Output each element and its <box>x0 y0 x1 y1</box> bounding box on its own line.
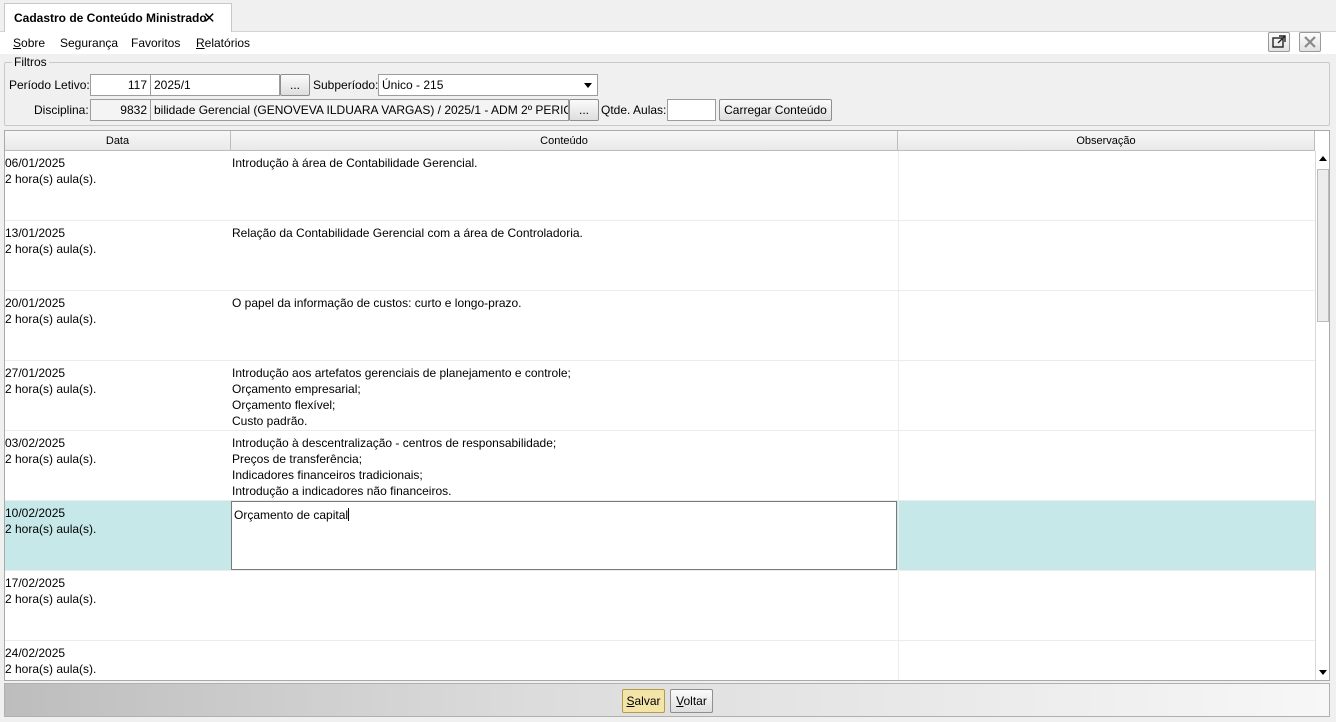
conteudo-grid: Data Conteúdo Observação 06/01/2025 2 ho… <box>4 130 1330 681</box>
cell-observacao[interactable] <box>898 431 1315 501</box>
footer-bar: Salvar Voltar <box>4 683 1330 717</box>
conteudo-editor-text: Orçamento de capital <box>234 508 349 522</box>
tab-bar: Cadastro de Conteúdo Ministrado ✕ <box>0 0 1336 33</box>
periodo-letivo-label: Período Letivo: <box>9 78 90 92</box>
cell-observacao[interactable] <box>898 641 1315 680</box>
table-row[interactable]: 27/01/2025 2 hora(s) aula(s). Introdução… <box>5 361 1315 431</box>
cell-conteudo[interactable] <box>232 571 898 641</box>
menu-seguranca[interactable]: Segurança <box>60 36 118 50</box>
qtde-aulas-label: Qtde. Aulas: <box>601 103 667 117</box>
menu-sobre[interactable]: Sobre <box>13 36 45 50</box>
disciplina-label: Disciplina: <box>34 103 89 117</box>
periodo-lookup-button[interactable]: ... <box>280 74 310 96</box>
close-window-icon[interactable] <box>1299 32 1321 52</box>
chevron-down-icon <box>584 83 592 88</box>
table-row[interactable]: 17/02/2025 2 hora(s) aula(s). <box>5 571 1315 641</box>
column-header-conteudo[interactable]: Conteúdo <box>231 131 898 151</box>
table-row[interactable]: 24/02/2025 2 hora(s) aula(s). <box>5 641 1315 680</box>
cell-data[interactable]: 06/01/2025 2 hora(s) aula(s). <box>5 151 231 221</box>
tab-cadastro-conteudo[interactable]: Cadastro de Conteúdo Ministrado ✕ <box>4 3 232 33</box>
subperiodo-select[interactable]: Único - 215 <box>378 74 598 96</box>
filters-group: Filtros Período Letivo: 117 2025/1 ... S… <box>4 55 1330 126</box>
qtde-aulas-field[interactable] <box>667 99 716 121</box>
column-header-data[interactable]: Data <box>5 131 231 151</box>
cell-data[interactable]: 13/01/2025 2 hora(s) aula(s). <box>5 221 231 291</box>
table-row[interactable]: 20/01/2025 2 hora(s) aula(s). O papel da… <box>5 291 1315 361</box>
subperiodo-value: Único - 215 <box>382 78 444 92</box>
periodo-code-field[interactable]: 117 <box>90 74 151 96</box>
menu-relatorios[interactable]: Relatórios <box>196 36 250 50</box>
subperiodo-label: Subperíodo: <box>313 78 379 92</box>
column-header-observacao[interactable]: Observação <box>898 131 1315 151</box>
scroll-up-icon[interactable] <box>1319 156 1327 161</box>
scroll-down-icon[interactable] <box>1319 670 1327 675</box>
cell-data[interactable]: 24/02/2025 2 hora(s) aula(s). <box>5 641 231 680</box>
text-caret <box>348 508 350 521</box>
cell-conteudo[interactable]: Relação da Contabilidade Gerencial com a… <box>232 221 898 291</box>
table-row[interactable]: 06/01/2025 2 hora(s) aula(s). Introdução… <box>5 151 1315 221</box>
disciplina-code-field[interactable]: 9832 <box>90 99 151 121</box>
filters-legend: Filtros <box>12 55 49 69</box>
scrollbar-thumb[interactable] <box>1317 169 1329 322</box>
cell-observacao[interactable] <box>898 501 1315 571</box>
cell-conteudo[interactable] <box>232 641 898 680</box>
cell-observacao[interactable] <box>898 221 1315 291</box>
cell-data[interactable]: 27/01/2025 2 hora(s) aula(s). <box>5 361 231 431</box>
cell-data[interactable]: 20/01/2025 2 hora(s) aula(s). <box>5 291 231 361</box>
menu-bar: Sobre Segurança Favoritos Relatórios <box>0 32 1336 54</box>
vertical-scrollbar[interactable] <box>1315 151 1329 680</box>
cell-conteudo[interactable]: Introdução aos artefatos gerenciais de p… <box>232 361 898 431</box>
conteudo-editor[interactable]: Orçamento de capital <box>231 501 897 570</box>
cell-conteudo[interactable]: Introdução à área de Contabilidade Geren… <box>232 151 898 221</box>
external-link-icon[interactable] <box>1268 32 1290 52</box>
close-icon[interactable]: ✕ <box>203 9 216 27</box>
cell-data[interactable]: 17/02/2025 2 hora(s) aula(s). <box>5 571 231 641</box>
tab-title: Cadastro de Conteúdo Ministrado <box>14 11 207 25</box>
table-row[interactable]: 03/02/2025 2 hora(s) aula(s). Introdução… <box>5 431 1315 501</box>
cell-observacao[interactable] <box>898 151 1315 221</box>
cell-conteudo[interactable]: O papel da informação de custos: curto e… <box>232 291 898 361</box>
cell-observacao[interactable] <box>898 571 1315 641</box>
cell-observacao[interactable] <box>898 361 1315 431</box>
cell-conteudo[interactable]: Introdução à descentralização - centros … <box>232 431 898 501</box>
cell-data[interactable]: 03/02/2025 2 hora(s) aula(s). <box>5 431 231 501</box>
disciplina-lookup-button[interactable]: ... <box>569 99 599 121</box>
table-row[interactable]: 13/01/2025 2 hora(s) aula(s). Relação da… <box>5 221 1315 291</box>
periodo-value-field[interactable]: 2025/1 <box>150 74 280 96</box>
cell-observacao[interactable] <box>898 291 1315 361</box>
salvar-button[interactable]: Salvar <box>622 689 665 713</box>
disciplina-value-field[interactable]: bilidade Gerencial (GENOVEVA ILDUARA VAR… <box>150 99 569 121</box>
voltar-button[interactable]: Voltar <box>670 689 713 713</box>
cell-data[interactable]: 10/02/2025 2 hora(s) aula(s). <box>5 501 231 571</box>
menu-favoritos[interactable]: Favoritos <box>131 36 180 50</box>
carregar-conteudo-button[interactable]: Carregar Conteúdo <box>719 99 832 121</box>
